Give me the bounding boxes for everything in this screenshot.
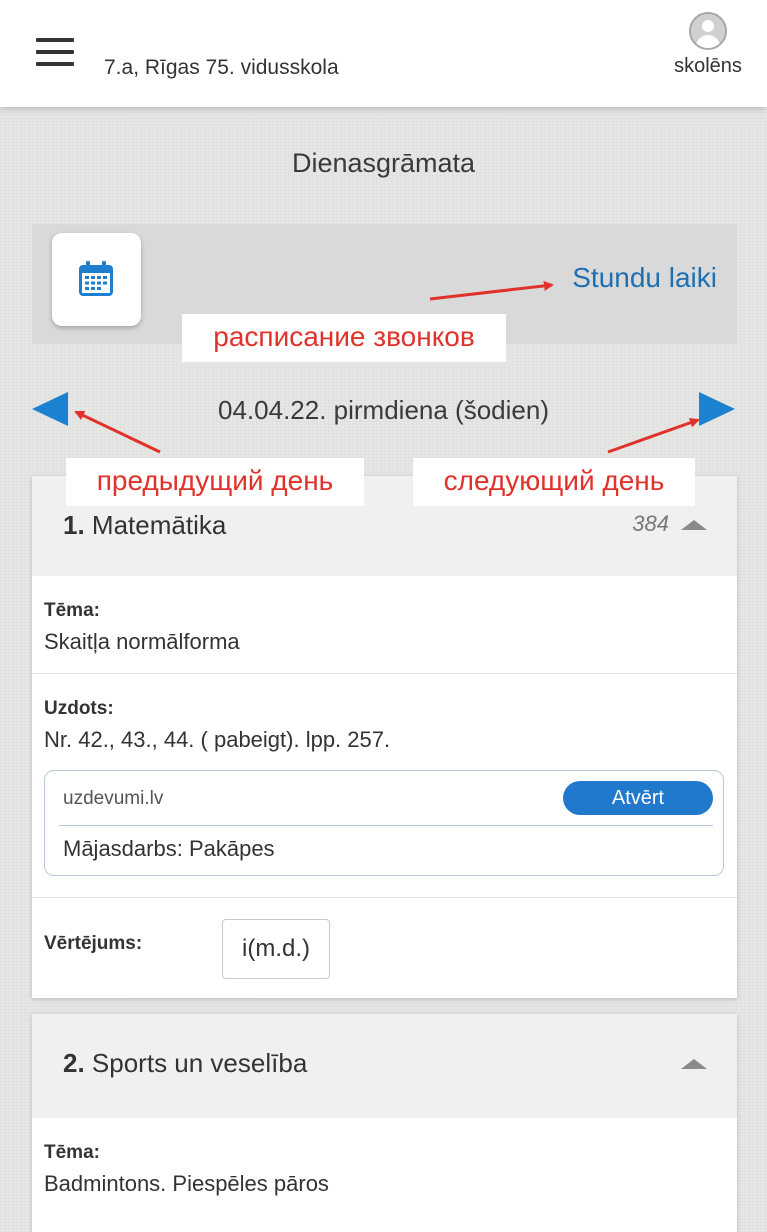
lesson-topic-row: Tēma: Skaitļa normālforma [32, 576, 737, 674]
annotation-previous-day: предыдущий день [66, 458, 364, 506]
lesson-card: 2. Sports un veselība Tēma: Badmintons. … [32, 1014, 737, 1232]
calendar-button[interactable] [52, 233, 141, 326]
lesson-header[interactable]: 2. Sports un veselība [32, 1014, 737, 1118]
school-class-title: 7.a, Rīgas 75. vidusskola [104, 56, 339, 79]
topic-label: Tēma: [44, 600, 100, 621]
bell-times-link[interactable]: Stundu laiki [572, 262, 717, 294]
chevron-up-icon[interactable] [681, 1059, 707, 1069]
lesson-title: 2. Sports un veselība [63, 1048, 307, 1079]
lesson-room: 384 [632, 511, 669, 536]
grade-value[interactable]: i(m.d.) [222, 919, 330, 979]
lesson-number: 2. [63, 1048, 85, 1078]
open-button[interactable]: Atvērt [563, 781, 713, 815]
page-title: Dienasgrāmata [291, 148, 476, 178]
lesson-name: Matemātika [91, 510, 227, 540]
lesson-number: 1. [63, 510, 85, 540]
topic-value: Badmintons. Piespēles pāros [44, 1171, 329, 1196]
user-avatar-icon [689, 12, 727, 50]
calendar-icon [79, 261, 113, 296]
homework-label: Uzdots: [44, 698, 114, 719]
user-role-label: skolēns [674, 55, 742, 77]
lesson-card: 1. Matemātika 384 Tēma: Skaitļa normālfo… [32, 476, 737, 998]
lesson-title: 1. Matemātika [63, 510, 226, 541]
homework-value: Nr. 42., 43., 44. ( pabeigt). lpp. 257. [44, 727, 391, 752]
divider [59, 825, 713, 826]
lesson-name: Sports un veselība [91, 1048, 308, 1078]
lesson-homework-row: Uzdots: Nr. 42., 43., 44. ( pabeigt). lp… [32, 674, 737, 898]
topic-label: Tēma: [44, 1142, 100, 1163]
topic-value: Skaitļa normālforma [44, 629, 240, 654]
lesson-grade-row: Vērtējums: i(m.d.) [32, 898, 737, 996]
top-bar: 7.a, Rīgas 75. vidusskola skolēns [0, 0, 767, 107]
annotation-next-day: следующий день [413, 458, 695, 506]
menu-icon[interactable] [36, 38, 74, 68]
annotation-bell-schedule: расписание звонков [182, 314, 506, 362]
user-profile-button[interactable]: skolēns [667, 12, 749, 82]
next-day-arrow-icon[interactable] [699, 392, 735, 426]
chevron-up-icon[interactable] [681, 520, 707, 530]
current-date-label: 04.04.22. pirmdiena (šodien) [218, 395, 549, 425]
attachment-title: Mājasdarbs: Pakāpes [63, 836, 275, 861]
attachment-card: uzdevumi.lv Atvērt Mājasdarbs: Pakāpes [44, 770, 724, 876]
grade-label: Vērtējums: [44, 933, 143, 954]
lesson-topic-row: Tēma: Badmintons. Piespēles pāros [32, 1118, 737, 1218]
attachment-source: uzdevumi.lv [63, 788, 164, 809]
